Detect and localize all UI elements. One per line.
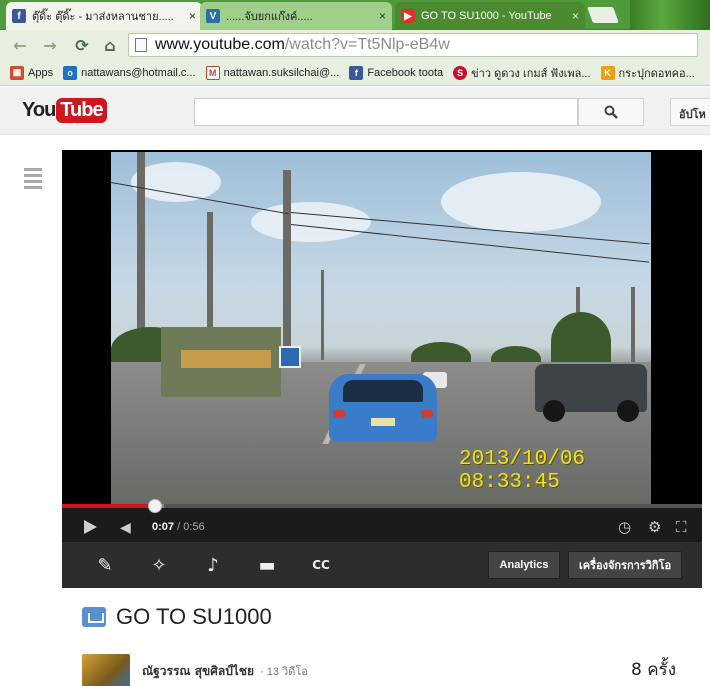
- url-host: www.youtube.com: [155, 36, 285, 53]
- audio-icon[interactable]: ♪: [190, 550, 236, 580]
- bookmark-label: Apps: [28, 66, 54, 79]
- new-tab-button[interactable]: [587, 7, 619, 23]
- play-icon[interactable]: [84, 520, 97, 534]
- search-button[interactable]: [578, 98, 644, 126]
- edit-icon[interactable]: ✎: [82, 550, 128, 580]
- apps-icon: ▦: [10, 65, 24, 80]
- annotations-icon[interactable]: ▬: [244, 550, 290, 580]
- tab-strip: f ตุ๊ดิ๊ะ ตุ๊ดิ๊ะ - มาส่งหลานชาย..... × …: [0, 0, 710, 30]
- channel-avatar[interactable]: [82, 654, 130, 686]
- volume-icon[interactable]: ◀: [120, 520, 131, 536]
- bookmark-label: Facebook toota: [367, 66, 444, 79]
- bookmark-apps[interactable]: ▦ Apps: [10, 65, 54, 80]
- progress-fill: [62, 504, 155, 508]
- tab-site[interactable]: V ......จับยกแก๊งค์..... ×: [200, 2, 392, 30]
- facebook-icon: f: [12, 9, 26, 23]
- bookmark-label: กระปุกดอทคอ...: [618, 67, 695, 80]
- video-title: GO TO SU1000: [116, 604, 272, 629]
- video-player[interactable]: 2013/10/06 08:33:45 ◀ 0:07 / 0:56 ◷ ⚙ ⛶: [62, 150, 702, 542]
- browser-toolbar: ← → ⟳ ⌂ www.youtube.com/watch?v=Tt5Nlp-e…: [0, 30, 710, 60]
- video-count: · 13 วิดีโอ: [260, 666, 308, 678]
- bookmark-label: nattawans@hotmail.c...: [81, 66, 196, 79]
- guide-menu-icon[interactable]: [24, 168, 42, 192]
- progress-bar[interactable]: [62, 499, 702, 513]
- facebook-icon: f: [349, 65, 364, 80]
- settings-icon[interactable]: ⚙: [648, 518, 661, 536]
- url-path: /watch?v=Tt5Nlp-eB4w: [284, 36, 450, 53]
- bookmark-kapook[interactable]: K กระปุกดอทคอ...: [600, 64, 695, 82]
- theme-decoration: [630, 0, 710, 30]
- watch-later-icon[interactable]: ◷: [618, 518, 631, 536]
- gmail-icon: M: [205, 65, 220, 80]
- outlook-icon: o: [63, 65, 78, 80]
- tab-facebook[interactable]: f ตุ๊ดิ๊ะ ตุ๊ดิ๊ะ - มาส่งหลานชาย..... ×: [6, 2, 202, 30]
- youtube-header: You Tube อัปโห: [0, 87, 710, 135]
- tab-title: ......จับยกแก๊งค์.....: [226, 11, 313, 23]
- site-icon: V: [206, 9, 220, 23]
- close-tab-icon[interactable]: ×: [379, 9, 386, 23]
- close-tab-icon[interactable]: ×: [572, 9, 579, 23]
- enhance-icon[interactable]: ✧: [136, 550, 182, 580]
- video-timestamp: 2013/10/06 08:33:45: [459, 448, 586, 494]
- back-icon[interactable]: ←: [8, 33, 32, 57]
- bookmark-label: nattawan.suksilchai@...: [223, 66, 340, 79]
- unlisted-icon: [82, 607, 106, 627]
- fullscreen-icon[interactable]: ⛶: [676, 518, 687, 536]
- bookmark-facebook[interactable]: f Facebook toota: [349, 65, 444, 80]
- view-count: 8 ครั้ง: [630, 660, 676, 680]
- home-icon[interactable]: ⌂: [98, 33, 122, 57]
- sanook-icon: S: [453, 65, 468, 80]
- bookmark-outlook[interactable]: o nattawans@hotmail.c...: [63, 65, 196, 80]
- tab-youtube[interactable]: ▶ GO TO SU1000 - YouTube ×: [395, 2, 585, 30]
- video-frame[interactable]: 2013/10/06 08:33:45: [111, 152, 651, 504]
- time-display: 0:07 / 0:56: [152, 521, 205, 533]
- reload-icon[interactable]: ⟳: [70, 33, 94, 57]
- video-manager-button[interactable]: เครื่องจักรการวิกิโอ: [568, 551, 682, 579]
- bookmark-gmail[interactable]: M nattawan.suksilchai@...: [205, 65, 340, 80]
- bookmark-sanook[interactable]: S ข่าว ดูดวง เกมส์ ฟังเพล...: [453, 64, 591, 82]
- tab-title: ตุ๊ดิ๊ะ ตุ๊ดิ๊ะ - มาส่งหลานชาย.....: [32, 11, 174, 23]
- creator-toolbar: ✎ ✧ ♪ ▬ CC Analytics เครื่องจักรการวิกิโ…: [62, 542, 702, 588]
- tab-title: GO TO SU1000 - YouTube: [421, 10, 552, 22]
- analytics-button[interactable]: Analytics: [488, 551, 560, 579]
- bookmarks-bar: ▦ Apps o nattawans@hotmail.c... M nattaw…: [0, 60, 710, 86]
- search-icon: [604, 105, 618, 119]
- bookmark-label: ข่าว ดูดวง เกมส์ ฟังเพล...: [471, 67, 591, 80]
- kapook-icon: K: [600, 65, 615, 80]
- scrubber-handle[interactable]: [147, 499, 162, 513]
- captions-icon[interactable]: CC: [298, 550, 344, 580]
- player-controls: ◀ 0:07 / 0:56 ◷ ⚙ ⛶: [62, 499, 702, 542]
- address-bar[interactable]: www.youtube.com/watch?v=Tt5Nlp-eB4w: [128, 33, 698, 57]
- search-input[interactable]: [194, 98, 578, 126]
- video-info: GO TO SU1000 ณัฐวรรณ สุขศิลป์ไชย · 13 วิ…: [62, 590, 702, 686]
- youtube-icon: ▶: [401, 9, 415, 23]
- page-icon: [135, 38, 147, 52]
- channel-name[interactable]: ณัฐวรรณ สุขศิลป์ไชย: [142, 662, 254, 681]
- upload-button[interactable]: อัปโห: [670, 98, 710, 126]
- forward-icon[interactable]: →: [38, 33, 62, 57]
- close-tab-icon[interactable]: ×: [189, 9, 196, 23]
- youtube-logo[interactable]: You Tube: [22, 98, 107, 123]
